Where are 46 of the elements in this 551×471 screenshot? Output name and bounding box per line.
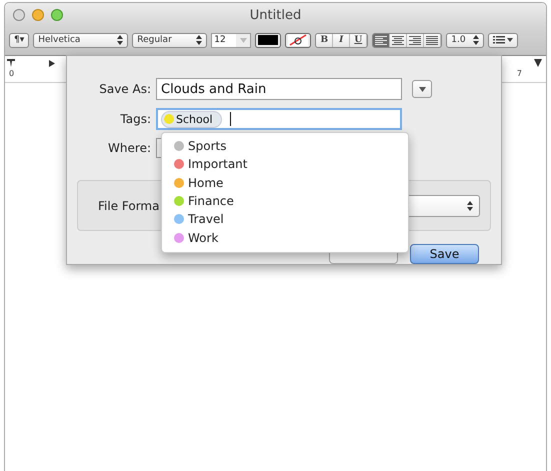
ruler-number: 7 bbox=[516, 69, 522, 78]
list-icon bbox=[493, 36, 514, 44]
ruler-number: 0 bbox=[9, 69, 14, 78]
tag-menu-item[interactable]: Finance bbox=[162, 192, 408, 210]
italic-button[interactable]: I bbox=[333, 34, 350, 46]
tag-menu-item[interactable]: Travel bbox=[162, 210, 408, 228]
left-margin-marker-icon[interactable] bbox=[7, 59, 15, 67]
stepper-icon bbox=[467, 200, 473, 210]
style-popup[interactable]: Regular bbox=[132, 32, 208, 48]
tag-menu[interactable]: Sports Important Home Finance Travel Work bbox=[161, 132, 409, 253]
tag-token[interactable]: School bbox=[161, 110, 222, 128]
stepper-icon bbox=[473, 35, 480, 45]
tag-menu-item[interactable]: Important bbox=[162, 155, 408, 174]
underline-button[interactable]: U bbox=[350, 34, 368, 46]
field-label: File Forma bbox=[98, 198, 160, 212]
align-center-button[interactable] bbox=[390, 34, 408, 46]
text-cursor bbox=[230, 112, 231, 126]
bold-button[interactable]: B bbox=[316, 34, 334, 46]
save-button[interactable]: Save bbox=[410, 244, 479, 264]
font-popup[interactable]: Helvetica bbox=[33, 32, 128, 48]
zoom-button[interactable] bbox=[51, 9, 63, 21]
tag-menu-item[interactable]: Work bbox=[162, 228, 408, 247]
stepper-icon bbox=[196, 35, 202, 45]
caret-icon bbox=[418, 86, 426, 92]
field-label: Save As: bbox=[98, 82, 151, 96]
paragraph-button[interactable]: ¶▾ bbox=[9, 32, 30, 48]
tab-stop-icon[interactable] bbox=[49, 60, 55, 67]
align-right-button[interactable] bbox=[407, 34, 424, 46]
justify-button[interactable] bbox=[424, 34, 442, 46]
tag-label: School bbox=[176, 112, 213, 126]
list-button[interactable] bbox=[488, 32, 518, 48]
background-color-well[interactable] bbox=[285, 32, 312, 48]
align-left-button[interactable] bbox=[373, 34, 390, 46]
field-label: Where: bbox=[107, 141, 151, 155]
tag-menu-item[interactable]: Sports bbox=[162, 137, 408, 156]
tag-menu-item[interactable]: Home bbox=[162, 174, 408, 192]
filename-field[interactable]: Clouds and Rain bbox=[156, 78, 402, 100]
line-spacing-popup[interactable]: 1.0 bbox=[446, 32, 484, 48]
tags-field[interactable]: School bbox=[156, 108, 402, 130]
field-label: Tags: bbox=[119, 112, 151, 126]
stepper-icon bbox=[117, 35, 124, 45]
window-title: Untitled bbox=[250, 8, 302, 23]
right-margin-marker-icon[interactable] bbox=[534, 59, 542, 67]
text-color-well[interactable] bbox=[255, 32, 282, 48]
expand-button[interactable] bbox=[412, 80, 432, 98]
close-button[interactable] bbox=[13, 9, 25, 21]
